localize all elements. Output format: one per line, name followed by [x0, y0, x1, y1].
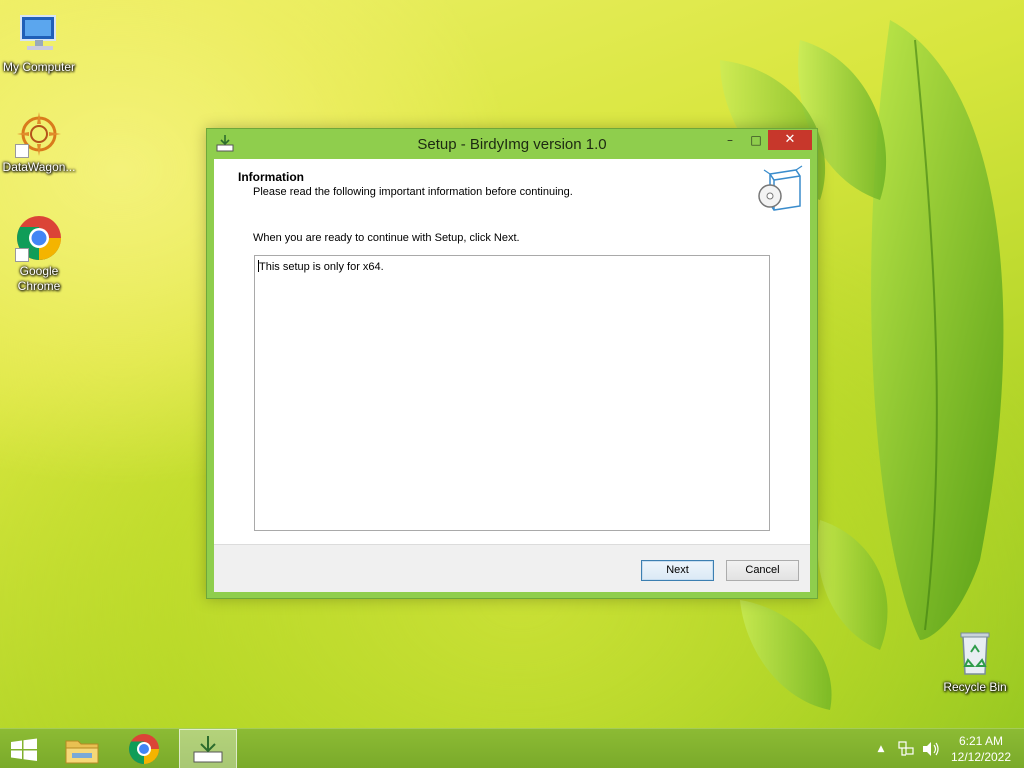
title-bar[interactable]: Setup - BirdyImg version 1.0 – □ ✕ — [207, 129, 817, 159]
intro-text: When you are ready to continue with Setu… — [253, 232, 520, 244]
shortcut-arrow-icon — [15, 144, 29, 158]
button-bar: Next Cancel — [214, 544, 810, 592]
info-memo-text: This setup is only for x64. — [259, 261, 384, 273]
page-subtitle: Please read the following important info… — [253, 186, 573, 198]
setup-installer-icon — [193, 736, 223, 763]
info-memo[interactable]: This setup is only for x64. — [254, 255, 770, 531]
taskbar-setup[interactable] — [179, 729, 237, 768]
desktop-icon-google-chrome[interactable]: Google Chrome — [0, 214, 78, 294]
page-title: Information — [238, 170, 304, 184]
desktop-icon-datawagon[interactable]: DataWagon... — [0, 110, 78, 175]
clock-time: 6:21 AM — [958, 734, 1004, 748]
system-clock[interactable]: 6:21 AM 12/12/2022 — [946, 733, 1016, 765]
clock-date: 12/12/2022 — [950, 750, 1012, 764]
maximize-button[interactable]: □ — [743, 130, 769, 150]
software-box-icon — [756, 164, 804, 212]
desktop-icon-my-computer[interactable]: My Computer — [0, 10, 78, 75]
desktop-icon-label: Google Chrome — [17, 264, 61, 293]
cancel-button[interactable]: Cancel — [726, 560, 799, 581]
start-button[interactable] — [0, 729, 48, 768]
next-button[interactable]: Next — [641, 560, 714, 581]
my-computer-icon — [15, 10, 63, 58]
taskbar-file-explorer[interactable] — [56, 729, 108, 768]
desktop-icon-label: Recycle Bin — [943, 680, 1007, 694]
chrome-icon — [128, 734, 159, 765]
desktop-icon-label: DataWagon... — [2, 160, 76, 174]
close-button[interactable]: ✕ — [768, 130, 812, 150]
volume-icon[interactable] — [920, 729, 940, 768]
start-icon — [11, 738, 37, 761]
file-explorer-icon — [65, 740, 99, 764]
tray-overflow-button[interactable]: ▲ — [874, 729, 888, 768]
wizard-page: Information Please read the following im… — [214, 159, 810, 592]
setup-window: Setup - BirdyImg version 1.0 – □ ✕ Infor… — [206, 128, 818, 599]
network-icon[interactable] — [896, 729, 916, 768]
datawagon-icon — [15, 110, 63, 158]
minimize-button[interactable]: – — [717, 130, 743, 150]
shortcut-arrow-icon — [15, 248, 29, 262]
taskbar: ▲ 6:21 AM 12/12/2022 — [0, 728, 1024, 768]
taskbar-chrome[interactable] — [118, 729, 170, 768]
chrome-icon — [15, 214, 63, 262]
desktop-icon-recycle-bin[interactable]: Recycle Bin — [936, 630, 1014, 695]
recycle-bin-icon — [951, 630, 999, 678]
desktop-icon-label: My Computer — [2, 60, 76, 74]
